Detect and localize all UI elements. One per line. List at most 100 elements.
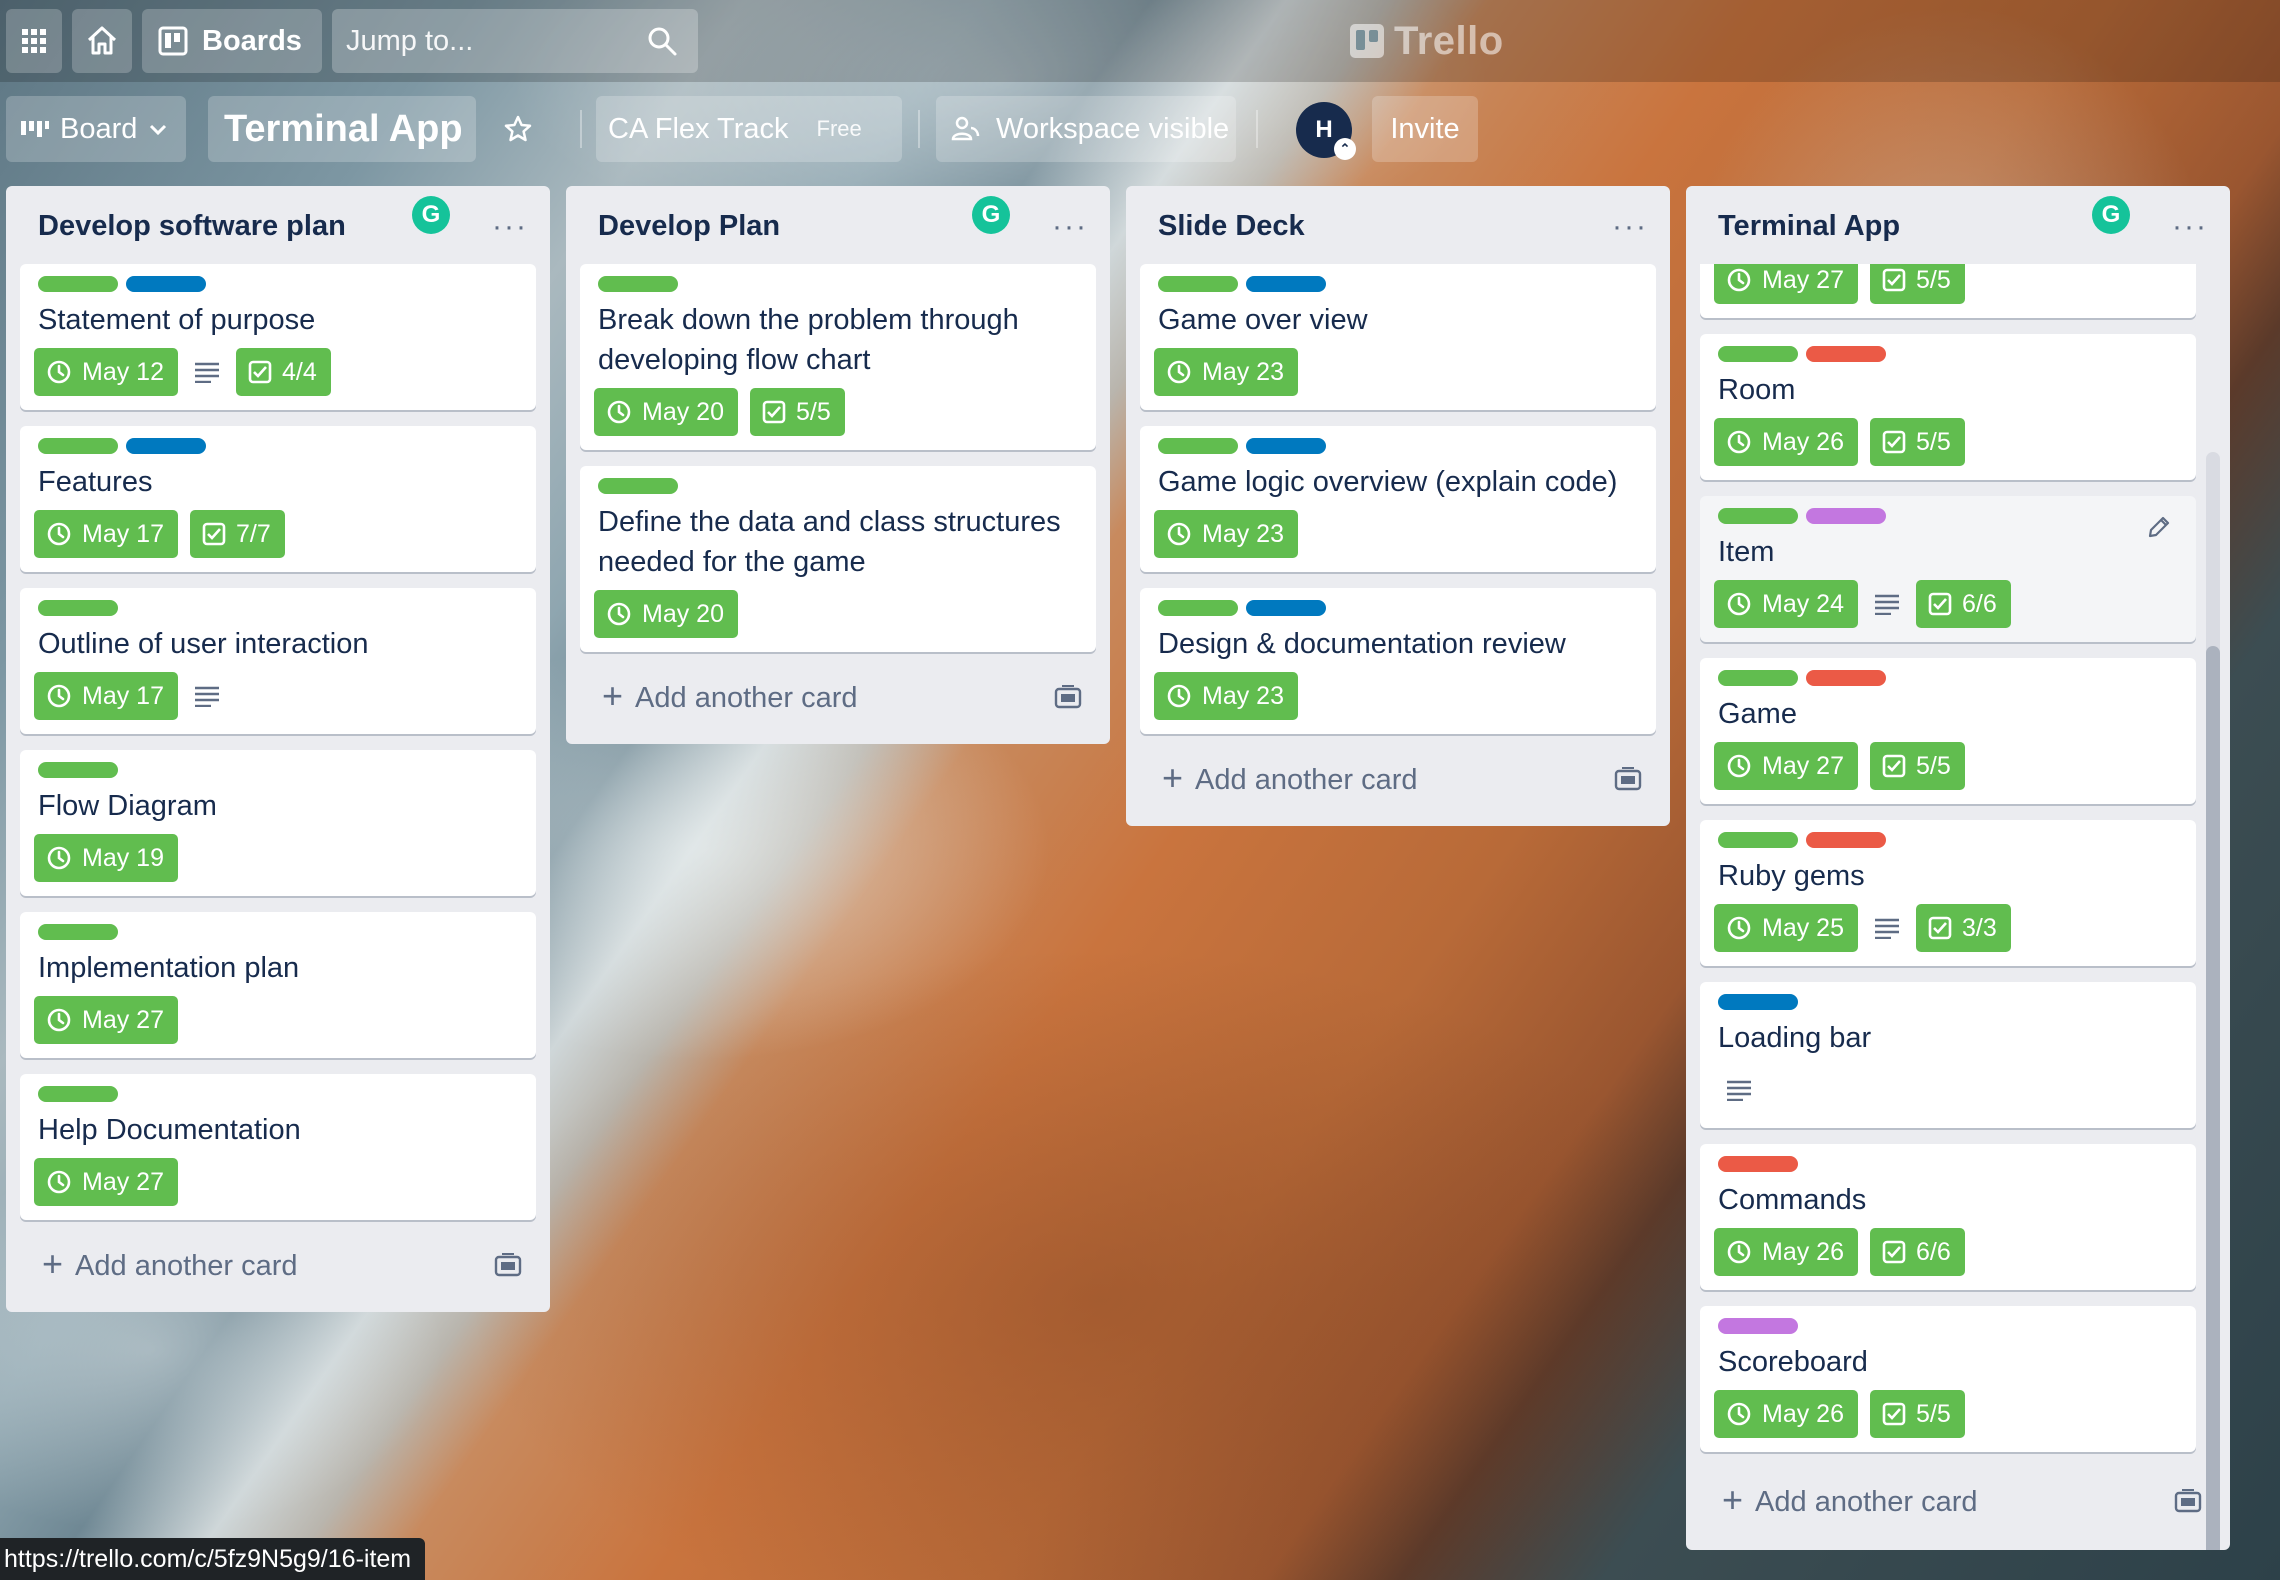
label-blue[interactable] (126, 438, 206, 454)
checklist-badge[interactable]: 5/5 (1869, 418, 1965, 466)
template-icon[interactable] (494, 1253, 522, 1279)
list-menu-button[interactable]: ··· (1612, 212, 1648, 242)
card[interactable]: Commands May 26 6/6 (1700, 1144, 2196, 1290)
add-card-button[interactable]: + Add another card (1126, 734, 1670, 826)
boards-button[interactable]: Boards (142, 9, 322, 73)
card[interactable]: Game over view May 23 (1140, 264, 1656, 410)
label-green[interactable] (598, 276, 678, 292)
label-green[interactable] (1158, 600, 1238, 616)
due-date-badge[interactable]: May 27 (1714, 264, 1858, 304)
due-date-badge[interactable]: May 24 (1714, 580, 1858, 628)
card[interactable]: May 27 5/5 (1700, 264, 2196, 318)
list-title[interactable]: Slide Deck (1158, 210, 1638, 243)
card[interactable]: Break down the problem through developin… (580, 264, 1096, 450)
label-green[interactable] (1718, 832, 1798, 848)
card[interactable]: Design & documentation review May 23 (1140, 588, 1656, 734)
label-green[interactable] (38, 276, 118, 292)
checklist-badge[interactable]: 6/6 (1869, 1228, 1965, 1276)
due-date-badge[interactable]: May 23 (1154, 510, 1298, 558)
avatar[interactable]: H ⌃ (1296, 102, 1356, 160)
due-date-badge[interactable]: May 27 (1714, 742, 1858, 790)
label-red[interactable] (1718, 1156, 1798, 1172)
due-date-badge[interactable]: May 27 (34, 1158, 178, 1206)
template-icon[interactable] (1054, 685, 1082, 711)
label-red[interactable] (1806, 670, 1886, 686)
label-green[interactable] (1718, 508, 1798, 524)
add-card-button[interactable]: + Add another card (1686, 1456, 2230, 1548)
label-blue[interactable] (1246, 438, 1326, 454)
search-input[interactable]: Jump to... (332, 9, 698, 73)
checklist-badge[interactable]: 5/5 (1869, 742, 1965, 790)
due-date-badge[interactable]: May 26 (1714, 1390, 1858, 1438)
pencil-icon[interactable] (2146, 514, 2172, 540)
checklist-badge[interactable]: 3/3 (1915, 904, 2011, 952)
label-green[interactable] (38, 1086, 118, 1102)
checklist-badge[interactable]: 4/4 (235, 348, 331, 396)
card[interactable]: Help Documentation May 27 (20, 1074, 536, 1220)
checklist-badge[interactable]: 5/5 (1869, 264, 1965, 304)
card[interactable]: Outline of user interaction May 17 (20, 588, 536, 734)
template-icon[interactable] (1614, 767, 1642, 793)
list-scroll-area[interactable]: May 27 5/5 Room May 26 5/5 Item May 24 6… (1686, 264, 2230, 1456)
template-icon[interactable] (2174, 1489, 2202, 1515)
label-blue[interactable] (126, 276, 206, 292)
list-menu-button[interactable]: ··· (1052, 212, 1088, 242)
card[interactable]: Flow Diagram May 19 (20, 750, 536, 896)
checklist-badge[interactable]: 5/5 (749, 388, 845, 436)
card[interactable]: Statement of purpose May 12 4/4 (20, 264, 536, 410)
label-green[interactable] (38, 762, 118, 778)
card[interactable]: Game logic overview (explain code) May 2… (1140, 426, 1656, 572)
trello-logo[interactable]: Trello (1350, 18, 1504, 64)
board-view-switcher[interactable]: Board (6, 96, 186, 162)
checklist-badge[interactable]: 6/6 (1915, 580, 2011, 628)
list-menu-button[interactable]: ··· (2172, 212, 2208, 242)
board-title[interactable]: Terminal App (208, 96, 476, 162)
star-button[interactable] (490, 96, 546, 162)
card[interactable]: Loading bar (1700, 982, 2196, 1128)
label-red[interactable] (1806, 346, 1886, 362)
due-date-badge[interactable]: May 26 (1714, 1228, 1858, 1276)
add-card-button[interactable]: + Add another card (6, 1220, 550, 1312)
checklist-badge[interactable]: 7/7 (189, 510, 285, 558)
due-date-badge[interactable]: May 20 (594, 388, 738, 436)
due-date-badge[interactable]: May 20 (594, 590, 738, 638)
label-green[interactable] (38, 600, 118, 616)
card[interactable]: Item May 24 6/6 (1700, 496, 2196, 642)
card[interactable]: Room May 26 5/5 (1700, 334, 2196, 480)
label-red[interactable] (1806, 832, 1886, 848)
label-purple[interactable] (1718, 1318, 1798, 1334)
due-date-badge[interactable]: May 23 (1154, 348, 1298, 396)
due-date-badge[interactable]: May 26 (1714, 418, 1858, 466)
label-green[interactable] (1718, 346, 1798, 362)
label-blue[interactable] (1246, 276, 1326, 292)
card[interactable]: Define the data and class structures nee… (580, 466, 1096, 652)
card[interactable]: Ruby gems May 25 3/3 (1700, 820, 2196, 966)
workspace-button[interactable]: CA Flex Track Free (596, 96, 902, 162)
card[interactable]: Implementation plan May 27 (20, 912, 536, 1058)
due-date-badge[interactable]: May 12 (34, 348, 178, 396)
scrollbar-thumb[interactable] (2206, 646, 2220, 1550)
card[interactable]: Game May 27 5/5 (1700, 658, 2196, 804)
label-green[interactable] (1718, 670, 1798, 686)
label-blue[interactable] (1246, 600, 1326, 616)
label-blue[interactable] (1718, 994, 1798, 1010)
label-green[interactable] (1158, 276, 1238, 292)
invite-button[interactable]: Invite (1372, 96, 1478, 162)
card[interactable]: Features May 17 7/7 (20, 426, 536, 572)
label-green[interactable] (38, 438, 118, 454)
due-date-badge[interactable]: May 17 (34, 510, 178, 558)
label-green[interactable] (598, 478, 678, 494)
checklist-badge[interactable]: 5/5 (1869, 1390, 1965, 1438)
due-date-badge[interactable]: May 27 (34, 996, 178, 1044)
visibility-button[interactable]: Workspace visible (936, 96, 1236, 162)
home-button[interactable] (72, 9, 132, 73)
label-green[interactable] (1158, 438, 1238, 454)
list-menu-button[interactable]: ··· (492, 212, 528, 242)
label-green[interactable] (38, 924, 118, 940)
due-date-badge[interactable]: May 17 (34, 672, 178, 720)
due-date-badge[interactable]: May 23 (1154, 672, 1298, 720)
label-purple[interactable] (1806, 508, 1886, 524)
apps-switcher-button[interactable] (6, 9, 62, 73)
due-date-badge[interactable]: May 25 (1714, 904, 1858, 952)
card[interactable]: Scoreboard May 26 5/5 (1700, 1306, 2196, 1452)
